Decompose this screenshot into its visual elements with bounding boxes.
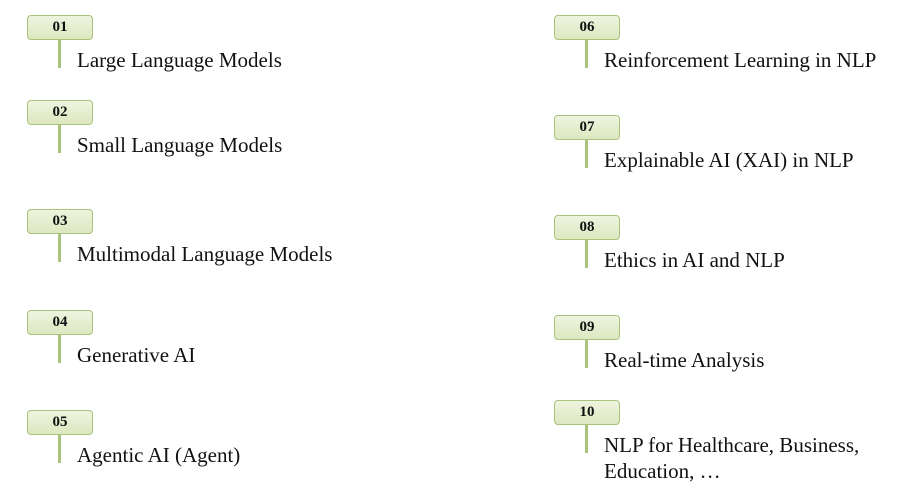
connector-line	[585, 140, 588, 168]
topic-number-badge: 02	[27, 100, 93, 125]
topic-label: Agentic AI (Agent)	[77, 443, 241, 467]
topic-number-badge: 03	[27, 209, 93, 234]
connector-line	[58, 335, 61, 363]
connector-line	[58, 40, 61, 68]
topic-number-badge: 10	[554, 400, 620, 425]
connector-line	[585, 240, 588, 268]
topic-number-badge: 05	[27, 410, 93, 435]
topic-number-badge: 01	[27, 15, 93, 40]
topic-number-badge: 07	[554, 115, 620, 140]
topic-label: Ethics in AI and NLP	[604, 248, 785, 272]
topic-label: Reinforcement Learning in NLP	[604, 48, 877, 72]
topic-label: Multimodal Language Models	[77, 242, 333, 266]
topic-label: Explainable AI (XAI) in NLP	[604, 148, 854, 172]
topic-number-badge: 08	[554, 215, 620, 240]
connector-line	[585, 340, 588, 368]
topic-label: Generative AI	[77, 343, 196, 367]
topic-number-badge: 06	[554, 15, 620, 40]
topic-label: Large Language Models	[77, 48, 282, 72]
connector-line	[585, 40, 588, 68]
connector-line	[585, 425, 588, 453]
topic-label: Small Language Models	[77, 133, 283, 157]
topic-label-line-2: Education, …	[604, 459, 721, 483]
connector-line	[58, 234, 61, 262]
connector-line	[58, 125, 61, 153]
topic-number-badge: 09	[554, 315, 620, 340]
topic-label-line-1: NLP for Healthcare, Business,	[604, 433, 860, 457]
topic-label: Real-time Analysis	[604, 348, 765, 372]
topic-number-badge: 04	[27, 310, 93, 335]
topic-label: NLP for Healthcare, Business, Education,…	[604, 432, 859, 484]
connector-line	[58, 435, 61, 463]
